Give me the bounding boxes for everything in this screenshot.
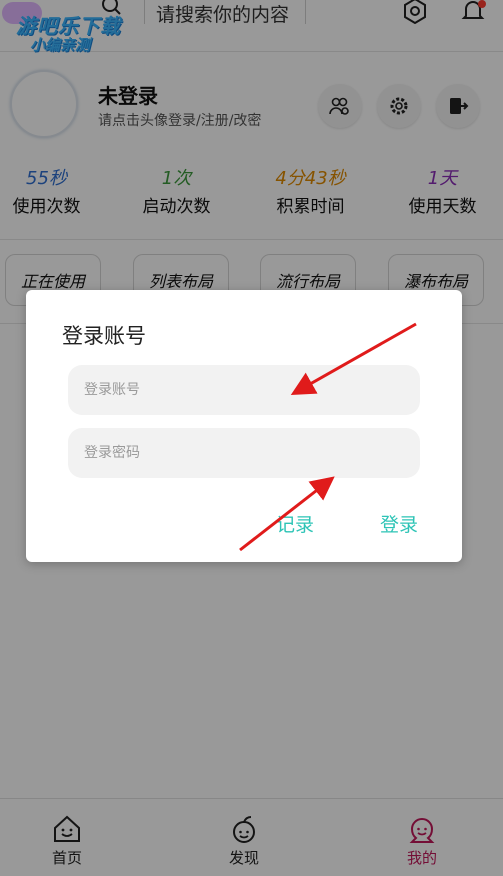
login-dialog: 登录账号 记录 登录 [26, 290, 462, 562]
login-button[interactable]: 登录 [380, 510, 418, 537]
record-button[interactable]: 记录 [276, 510, 314, 537]
password-input[interactable] [68, 428, 420, 478]
dialog-title: 登录账号 [62, 324, 146, 348]
account-input[interactable] [68, 365, 420, 415]
